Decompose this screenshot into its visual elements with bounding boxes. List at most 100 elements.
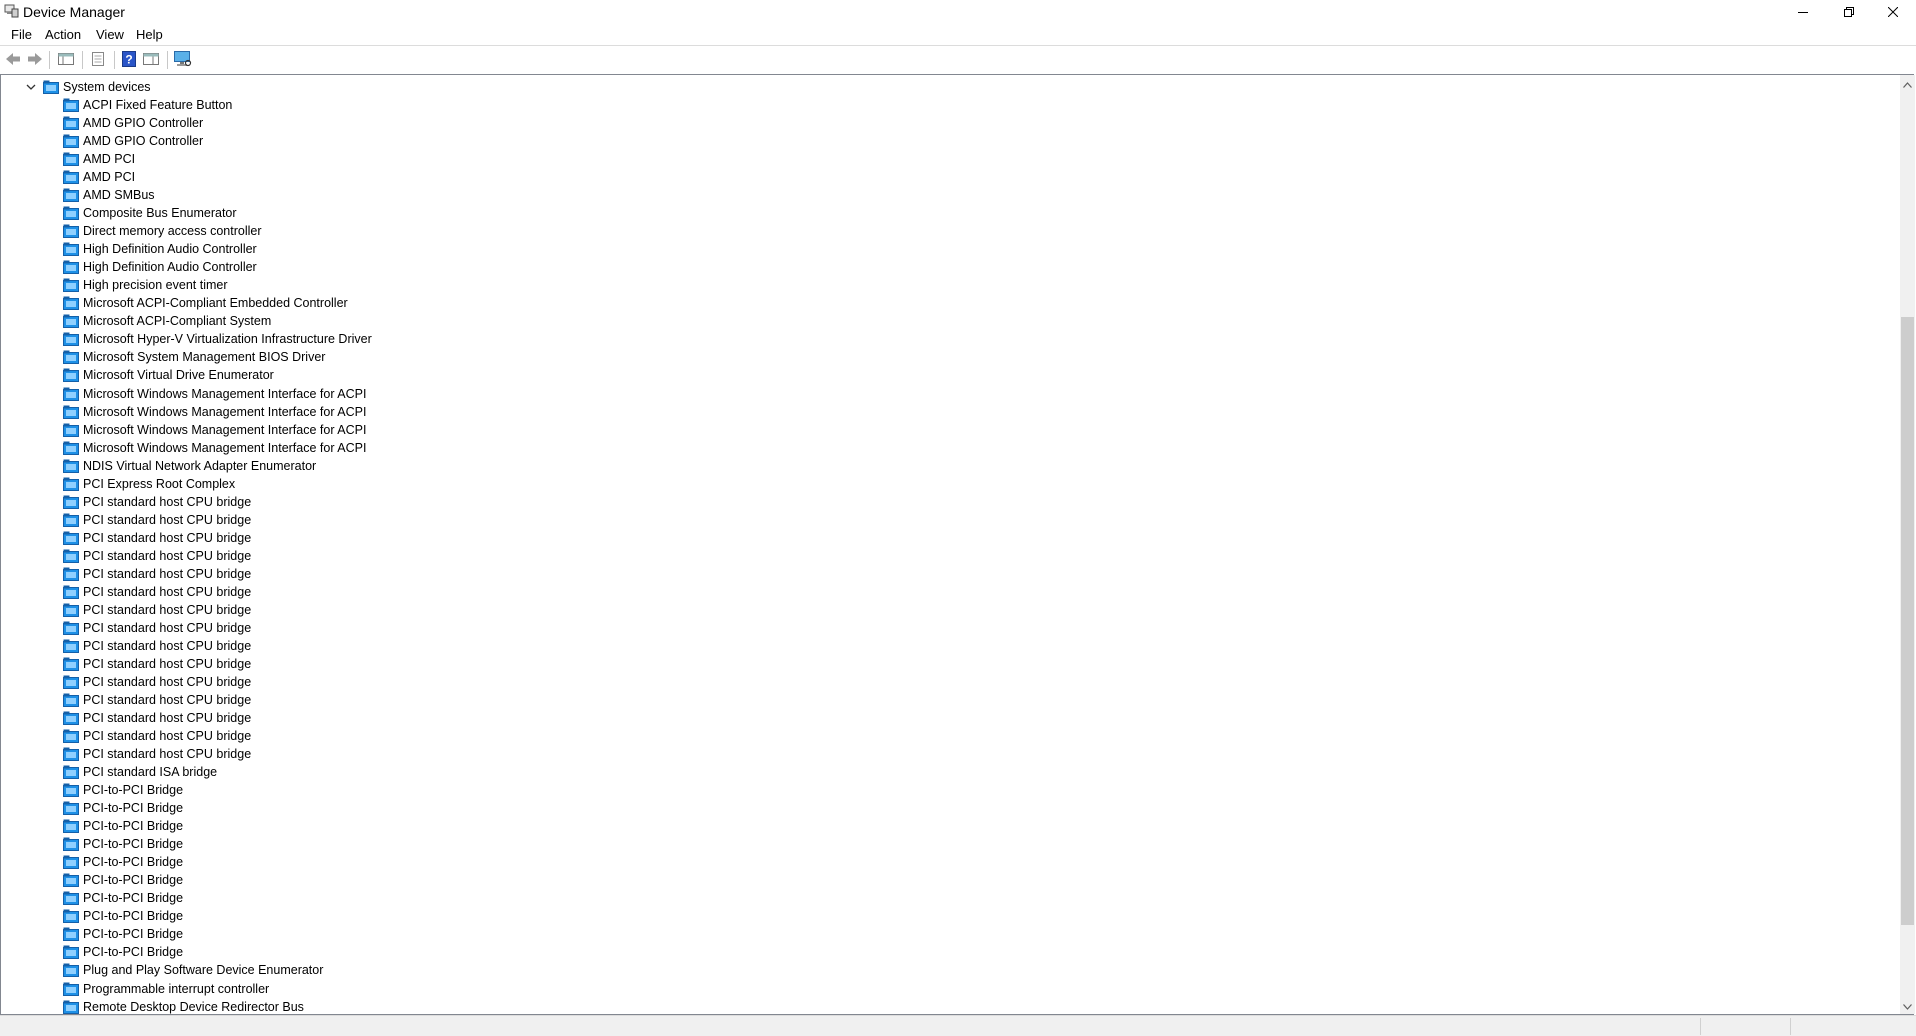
action-pane-button[interactable] [141,50,161,70]
tree-item[interactable]: PCI-to-PCI Bridge [63,817,183,835]
scan-hardware-button[interactable] [173,50,193,70]
tree-item[interactable]: Composite Bus Enumerator [63,204,237,222]
tree-item-label: AMD GPIO Controller [83,116,204,131]
menu-help[interactable]: Help [134,27,165,42]
tree-item[interactable]: AMD GPIO Controller [63,114,203,132]
tree-item[interactable]: PCI-to-PCI Bridge [63,943,183,961]
tree-item[interactable]: PCI standard host CPU bridge [63,583,251,601]
scrollbar-thumb[interactable] [1901,317,1914,925]
tree-item[interactable]: PCI standard host CPU bridge [63,727,251,745]
back-button[interactable] [3,50,23,70]
tree-item-label: PCI standard host CPU bridge [83,638,252,653]
tree-item[interactable]: PCI standard host CPU bridge [63,637,251,655]
tree-item-label: Microsoft Virtual Drive Enumerator [83,368,274,383]
tree-item[interactable]: AMD PCI [63,168,135,186]
tree-item-label: PCI-to-PCI Bridge [83,837,184,852]
tree-item-label: AMD PCI [83,152,136,167]
forward-button[interactable] [25,50,45,70]
system-device-icon [63,116,79,131]
tree-item[interactable]: Microsoft Windows Management Interface f… [63,439,366,457]
minimize-button[interactable] [1780,0,1826,24]
tree-item[interactable]: High precision event timer [63,276,228,294]
tree-item[interactable]: High Definition Audio Controller [63,258,257,276]
menu-file[interactable]: File [9,27,34,42]
system-device-icon [63,423,79,437]
tree-item[interactable]: Remote Desktop Device Redirector Bus [63,998,304,1014]
tree-item[interactable]: NDIS Virtual Network Adapter Enumerator [63,457,316,475]
tree-item[interactable]: Plug and Play Software Device Enumerator [63,961,323,979]
menu-view[interactable]: View [94,27,126,42]
restore-button[interactable] [1826,0,1872,24]
tree-item[interactable]: PCI standard host CPU bridge [63,601,251,619]
toolbar-separator [49,51,50,69]
scroll-up-button[interactable] [1900,75,1915,92]
tree-item[interactable]: Microsoft ACPI-Compliant Embedded Contro… [63,294,348,312]
tree-item[interactable]: AMD SMBus [63,186,155,204]
tree-item[interactable]: Microsoft ACPI-Compliant System [63,312,271,330]
system-device-icon [63,675,79,689]
tree-item-label: PCI standard host CPU bridge [83,674,252,689]
tree-item[interactable]: PCI Express Root Complex [63,475,235,493]
system-device-icon [63,405,79,419]
device-tree[interactable]: System devices ACPI Fixed Feature Button… [1,78,1901,1014]
tree-item[interactable]: Microsoft Hyper-V Virtualization Infrast… [63,330,372,348]
tree-item[interactable]: PCI standard host CPU bridge [63,691,251,709]
chevron-down-icon[interactable] [25,81,37,93]
properties-button[interactable] [88,50,108,70]
tree-item[interactable]: PCI standard ISA bridge [63,763,217,781]
system-device-icon [63,495,79,509]
scroll-up-arrow-icon [1903,76,1912,91]
tree-item[interactable]: Direct memory access controller [63,222,262,240]
tree-item[interactable]: Microsoft Virtual Drive Enumerator [63,366,274,384]
vertical-scrollbar[interactable] [1900,75,1915,1014]
tree-item-label: PCI-to-PCI Bridge [83,945,184,960]
tree-category-system-devices[interactable]: System devices [25,78,151,96]
tree-item[interactable]: High Definition Audio Controller [63,240,257,258]
tree-item[interactable]: PCI standard host CPU bridge [63,619,251,637]
tree-item[interactable]: PCI standard host CPU bridge [63,655,251,673]
show-hide-console-tree-button[interactable] [56,50,76,70]
tree-item-label: PCI standard host CPU bridge [83,602,252,617]
tree-item-label: High Definition Audio Controller [83,242,257,257]
tree-item[interactable]: ACPI Fixed Feature Button [63,96,232,114]
tree-item[interactable]: PCI standard host CPU bridge [63,745,251,763]
help-button[interactable]: ? [119,50,139,70]
tree-item[interactable]: PCI-to-PCI Bridge [63,889,183,907]
tree-item-label: PCI-to-PCI Bridge [83,855,184,870]
tree-item-label: PCI standard host CPU bridge [83,566,252,581]
back-icon [5,52,21,69]
tree-item[interactable]: PCI-to-PCI Bridge [63,799,183,817]
tree-item[interactable]: PCI standard host CPU bridge [63,511,251,529]
tree-item[interactable]: AMD PCI [63,150,135,168]
tree-item-label: ACPI Fixed Feature Button [83,98,233,113]
tree-item[interactable]: Microsoft Windows Management Interface f… [63,403,366,421]
tree-item[interactable]: PCI-to-PCI Bridge [63,925,183,943]
tree-item[interactable]: PCI standard host CPU bridge [63,709,251,727]
tree-item[interactable]: PCI-to-PCI Bridge [63,871,183,889]
tree-item[interactable]: Programmable interrupt controller [63,980,269,998]
tree-item[interactable]: PCI-to-PCI Bridge [63,853,183,871]
tree-item[interactable]: PCI standard host CPU bridge [63,529,251,547]
tree-item-label: PCI-to-PCI Bridge [83,819,184,834]
tree-item[interactable]: PCI standard host CPU bridge [63,493,251,511]
tree-item[interactable]: PCI standard host CPU bridge [63,673,251,691]
menu-action[interactable]: Action [43,27,83,42]
tree-item-label: Direct memory access controller [83,224,262,239]
minimize-icon [1798,5,1808,20]
tree-item[interactable]: Microsoft Windows Management Interface f… [63,385,366,403]
close-button[interactable] [1870,0,1916,24]
tree-item[interactable]: PCI-to-PCI Bridge [63,907,183,925]
tree-item[interactable]: PCI standard host CPU bridge [63,547,251,565]
tree-item-label: PCI standard ISA bridge [83,765,218,780]
help-icon: ? [122,50,136,70]
tree-item[interactable]: PCI-to-PCI Bridge [63,781,183,799]
system-device-icon [63,819,79,834]
tree-item-label: PCI-to-PCI Bridge [83,909,184,924]
tree-item[interactable]: PCI standard host CPU bridge [63,565,251,583]
tree-item[interactable]: AMD GPIO Controller [63,132,203,150]
tree-item[interactable]: Microsoft Windows Management Interface f… [63,421,366,439]
tree-item-label: PCI standard host CPU bridge [83,494,252,509]
tree-item[interactable]: Microsoft System Management BIOS Driver [63,348,325,366]
tree-item[interactable]: PCI-to-PCI Bridge [63,835,183,853]
scroll-down-button[interactable] [1900,997,1915,1014]
